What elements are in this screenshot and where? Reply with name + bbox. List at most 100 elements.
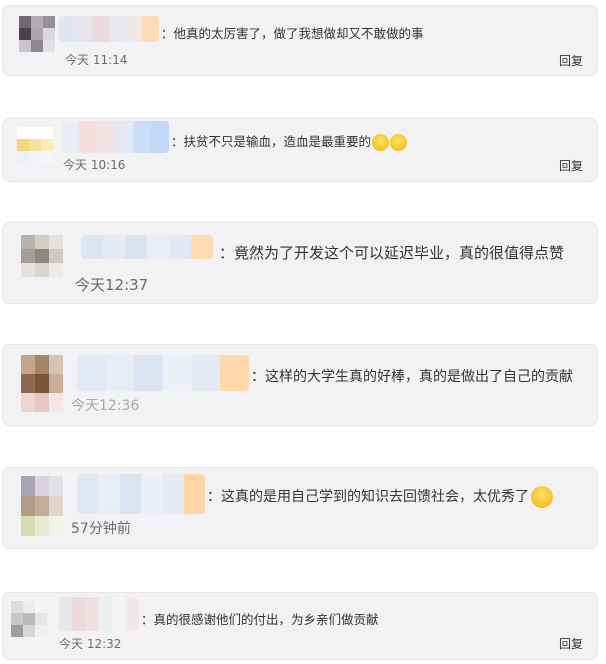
comment-card: ：扶贫不只是输血，造血是最重要的 今天 10:16 回复 (2, 118, 598, 182)
username-pixel (92, 16, 110, 42)
username-pixel (183, 474, 205, 514)
username-pixel (112, 597, 126, 631)
comment-text: ：真的很感谢他们的付出，为乡亲们做贡献 (141, 612, 379, 627)
avatar-pixel (21, 249, 35, 263)
avatar-pixel (43, 40, 55, 52)
avatar-pixel (49, 476, 63, 496)
avatar-pixel (49, 496, 63, 516)
avatar-pixel (19, 16, 31, 28)
avatar[interactable] (21, 476, 63, 536)
username-pixel (77, 355, 106, 391)
username-pixel (162, 474, 184, 514)
avatar-pixel (19, 28, 31, 40)
comment-text: ：他真的太厉害了，做了我想做却又不敢做的事 (161, 26, 424, 41)
avatar-pixel (23, 601, 35, 613)
avatar-pixel (17, 139, 29, 151)
avatar-pixel (21, 263, 35, 277)
comment-card: ：竟然为了开发这个可以延迟毕业，真的很值得点赞 今天12:37 (2, 222, 598, 304)
avatar-pixel (35, 601, 47, 613)
comment-time: 今天12:36 (71, 398, 140, 414)
comment-time: 今天 11:14 (65, 53, 128, 67)
comment-text: ：这样的大学生真的好棒，真的是做出了自己的贡献 (251, 369, 573, 385)
comment-time: 今天 10:16 (63, 158, 126, 172)
comment-text: ：竟然为了开发这个可以延迟毕业，真的很值得点赞 (219, 244, 565, 262)
avatar-pixel (29, 151, 41, 163)
comment-card: ：这样的大学生真的好棒，真的是做出了自己的贡献 今天12:36 (2, 344, 598, 426)
avatar-pixel (35, 235, 49, 249)
username-pixel (103, 235, 125, 259)
avatar-pixel (49, 249, 63, 263)
avatar[interactable] (21, 235, 63, 277)
avatar[interactable] (21, 355, 63, 413)
username-pixel (97, 121, 115, 153)
avatar-pixel (11, 613, 23, 625)
username-blurred[interactable] (59, 597, 139, 631)
avatar-pixel (21, 516, 35, 536)
username-blurred[interactable] (61, 121, 169, 153)
username-blurred[interactable] (77, 355, 249, 391)
username-pixel (77, 474, 99, 514)
avatar-pixel (29, 139, 41, 151)
avatar-pixel (35, 516, 49, 536)
comment-card: ：他真的太厉害了，做了我想做却又不敢做的事 今天 11:14 回复 (2, 5, 598, 76)
avatar-pixel (23, 613, 35, 625)
avatar-pixel (35, 374, 49, 393)
avatar-pixel (35, 496, 49, 516)
username-pixel (98, 597, 113, 631)
avatar-pixel (21, 374, 35, 393)
avatar-pixel (49, 355, 63, 374)
avatar-pixel (35, 355, 49, 374)
username-pixel (59, 16, 76, 42)
comment-text-body: ：这真的是用自己学到的知识去回馈社会，太优秀了 (207, 489, 529, 505)
avatar-pixel (49, 263, 63, 277)
avatar-pixel (17, 127, 29, 139)
username-blurred[interactable] (59, 16, 159, 42)
username-pixel (220, 355, 249, 391)
avatar-pixel (31, 16, 43, 28)
avatar-pixel (21, 393, 35, 412)
username-pixel (105, 355, 135, 391)
avatar-pixel (49, 235, 63, 249)
avatar-pixel (35, 249, 49, 263)
username-blurred[interactable] (81, 235, 213, 259)
username-pixel (75, 16, 93, 42)
avatar-pixel (31, 40, 43, 52)
scream-emoji-icon (372, 134, 408, 151)
username-pixel (125, 597, 139, 631)
username-pixel (61, 121, 79, 153)
avatar-pixel (35, 263, 49, 277)
reply-button[interactable]: 回复 (559, 635, 583, 652)
avatar-pixel (35, 625, 47, 637)
username-pixel (133, 121, 151, 153)
username-pixel (191, 235, 213, 259)
username-blurred[interactable] (77, 474, 205, 514)
username-pixel (125, 16, 143, 42)
username-pixel (98, 474, 120, 514)
avatar-pixel (21, 476, 35, 496)
reply-button[interactable]: 回复 (559, 52, 583, 69)
comment-text: ：扶贫不只是输血，造血是最重要的 (171, 131, 408, 151)
avatar[interactable] (17, 127, 53, 163)
avatar[interactable] (11, 601, 47, 637)
avatar-pixel (35, 613, 47, 625)
username-pixel (151, 121, 169, 153)
username-pixel (147, 235, 169, 259)
avatar-pixel (11, 601, 23, 613)
username-pixel (59, 597, 73, 631)
username-pixel (115, 121, 133, 153)
avatar-pixel (23, 625, 35, 637)
avatar-pixel (41, 151, 53, 163)
avatar-pixel (21, 235, 35, 249)
avatar-pixel (21, 355, 35, 374)
avatar-pixel (49, 393, 63, 412)
comment-time: 57分钟前 (71, 521, 131, 537)
avatar-pixel (19, 40, 31, 52)
avatar-pixel (49, 374, 63, 393)
username-pixel (81, 235, 103, 259)
smile-emoji-icon (531, 486, 553, 508)
reply-button[interactable]: 回复 (559, 157, 583, 174)
avatar-pixel (43, 16, 55, 28)
avatar[interactable] (19, 16, 55, 52)
username-pixel (85, 597, 99, 631)
username-pixel (125, 235, 147, 259)
